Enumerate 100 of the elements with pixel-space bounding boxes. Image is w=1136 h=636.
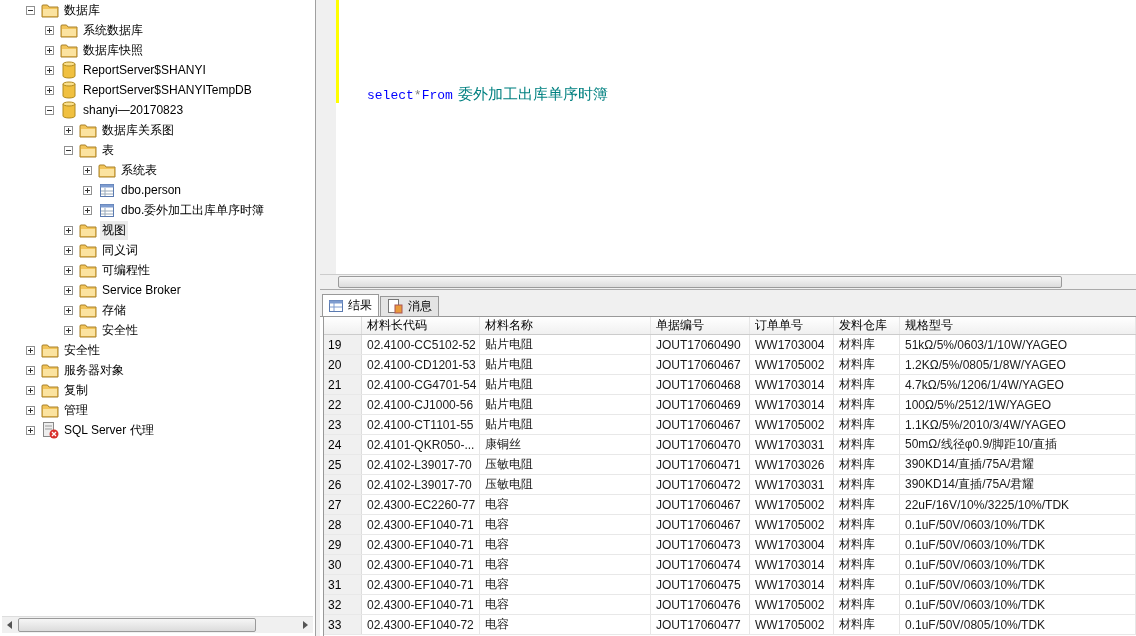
tree-item[interactable]: 表 (100, 140, 116, 160)
expander-icon[interactable] (83, 205, 92, 215)
table-cell: WW1703031 (750, 475, 834, 494)
row-number[interactable]: 27 (324, 495, 362, 514)
expander-icon[interactable] (64, 245, 73, 255)
row-number[interactable]: 22 (324, 395, 362, 414)
tree-item[interactable]: 系统数据库 (81, 20, 145, 40)
tree-item[interactable]: 安全性 (62, 340, 102, 360)
tree-item[interactable]: 存储 (100, 300, 128, 320)
column-header[interactable]: 规格型号 (900, 317, 1136, 334)
expander-icon[interactable] (26, 5, 35, 15)
table-cell: 材料库 (834, 615, 900, 634)
column-header[interactable]: 发料仓库 (834, 317, 900, 334)
horizontal-scrollbar[interactable] (2, 616, 313, 633)
table-cell: 0.1uF/50V/0603/10%/TDK (900, 535, 1136, 554)
column-header[interactable]: 单据编号 (651, 317, 750, 334)
expander-icon[interactable] (45, 45, 54, 55)
folder-icon (79, 302, 97, 318)
tree-item[interactable]: shanyi—20170823 (81, 102, 186, 118)
expander-icon[interactable] (26, 385, 35, 395)
folder-icon (79, 322, 97, 338)
table-cell: 02.4300-EF1040-71 (362, 535, 480, 554)
table-cell: WW1703004 (750, 335, 834, 354)
tree-item[interactable]: 安全性 (100, 320, 140, 340)
expander-icon[interactable] (64, 225, 73, 235)
expander-icon[interactable] (64, 325, 73, 335)
tree-item[interactable]: 数据库快照 (81, 40, 145, 60)
tree-item[interactable]: ReportServer$SHANYI (81, 62, 208, 78)
folder-icon (79, 262, 97, 278)
table-cell: 电容 (480, 515, 651, 534)
folder-icon (79, 122, 97, 138)
tree-item[interactable]: 视图 (100, 220, 128, 240)
result-tab[interactable]: 消息 (380, 296, 439, 316)
tree-item[interactable]: dbo.委外加工出库单序时簿 (119, 200, 267, 220)
column-header[interactable]: 材料长代码 (362, 317, 480, 334)
expander-icon[interactable] (26, 365, 35, 375)
column-header[interactable]: 订单单号 (750, 317, 834, 334)
row-number[interactable]: 32 (324, 595, 362, 614)
table-cell: 02.4100-CC5102-52 (362, 335, 480, 354)
expander-icon[interactable] (64, 145, 73, 155)
table-icon (98, 182, 116, 198)
table-cell: 电容 (480, 535, 651, 554)
expander-icon[interactable] (64, 285, 73, 295)
expander-icon[interactable] (64, 305, 73, 315)
row-number[interactable]: 33 (324, 615, 362, 634)
tree-item[interactable]: 复制 (62, 380, 90, 400)
expander-icon[interactable] (45, 25, 54, 35)
column-header[interactable]: 材料名称 (480, 317, 651, 334)
tree-item[interactable]: 数据库关系图 (100, 120, 176, 140)
table-cell: 51kΩ/5%/0603/1/10W/YAGEO (900, 335, 1136, 354)
tree-item[interactable]: 管理 (62, 400, 90, 420)
row-number[interactable]: 23 (324, 415, 362, 434)
horizontal-scrollbar[interactable] (320, 274, 1136, 290)
table-cell: JOUT17060490 (651, 335, 750, 354)
expander-icon[interactable] (45, 65, 54, 75)
tree-item[interactable]: 系统表 (119, 160, 159, 180)
tree-item[interactable]: SQL Server 代理 (62, 420, 156, 440)
expander-icon[interactable] (45, 105, 54, 115)
tree-item[interactable]: 服务器对象 (62, 360, 126, 380)
tree-item[interactable]: Service Broker (100, 282, 183, 298)
table-cell: 02.4300-EF1040-71 (362, 515, 480, 534)
row-number[interactable]: 25 (324, 455, 362, 474)
row-number[interactable]: 24 (324, 435, 362, 454)
expander-icon[interactable] (26, 405, 35, 415)
row-number[interactable]: 28 (324, 515, 362, 534)
table-cell: 4.7kΩ/5%/1206/1/4W/YAGEO (900, 375, 1136, 394)
grid-icon (329, 299, 343, 312)
tree-item[interactable]: 数据库 (62, 0, 102, 20)
result-tab[interactable]: 结果 (322, 294, 379, 316)
table-cell: JOUT17060470 (651, 435, 750, 454)
agent-error-icon (41, 421, 59, 439)
expander-icon[interactable] (64, 265, 73, 275)
expander-icon[interactable] (26, 345, 35, 355)
expander-icon[interactable] (64, 125, 73, 135)
row-number[interactable]: 21 (324, 375, 362, 394)
row-number[interactable]: 20 (324, 355, 362, 374)
expander-icon[interactable] (83, 165, 92, 175)
table-cell: WW1703014 (750, 395, 834, 414)
row-number[interactable]: 29 (324, 535, 362, 554)
table-cell: JOUT17060467 (651, 495, 750, 514)
table-cell: WW1705002 (750, 615, 834, 634)
row-number[interactable]: 26 (324, 475, 362, 494)
folder-icon (60, 42, 78, 58)
expander-icon[interactable] (26, 425, 35, 435)
table-cell: JOUT17060476 (651, 595, 750, 614)
tree-item[interactable]: ReportServer$SHANYITempDB (81, 82, 254, 98)
expander-icon[interactable] (45, 85, 54, 95)
tree-item[interactable]: 可编程性 (100, 260, 152, 280)
tree-item[interactable]: dbo.person (119, 182, 184, 198)
expander-icon[interactable] (83, 185, 92, 195)
table-cell: 02.4101-QKR050-... (362, 435, 480, 454)
table-cell: WW1705002 (750, 595, 834, 614)
row-number[interactable]: 31 (324, 575, 362, 594)
table-cell: 贴片电阻 (480, 415, 651, 434)
table-cell: 1.1KΩ/5%/2010/3/4W/YAGEO (900, 415, 1136, 434)
row-number[interactable]: 30 (324, 555, 362, 574)
folder-icon (41, 2, 59, 18)
table-cell: 02.4100-CG4701-54 (362, 375, 480, 394)
tree-item[interactable]: 同义词 (100, 240, 140, 260)
row-number[interactable]: 19 (324, 335, 362, 354)
